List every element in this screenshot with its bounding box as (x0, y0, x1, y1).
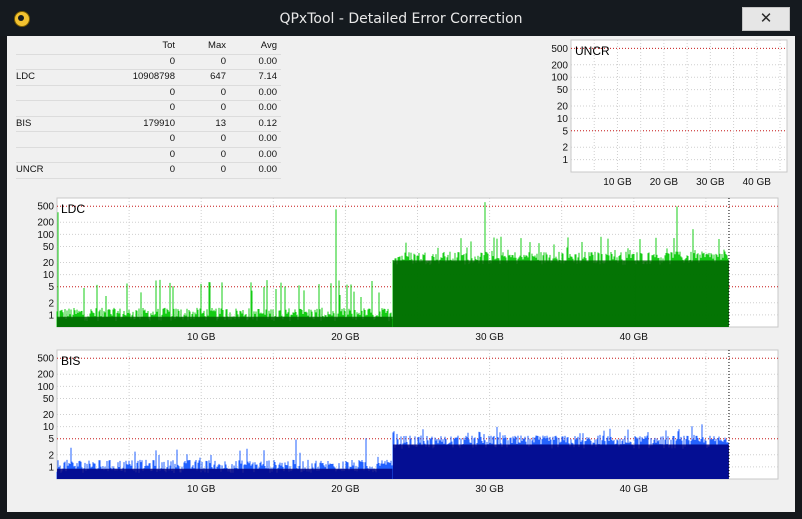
y-tick-label: 200 (37, 218, 54, 229)
row-max: 0 (220, 55, 226, 67)
row-avg: 0.12 (258, 117, 278, 129)
x-tick-label: 40 GB (620, 332, 649, 343)
x-tick-label: 20 GB (650, 177, 679, 188)
y-tick-label: 200 (37, 370, 54, 381)
client-area: Tot Max Avg 0 0 0.00 LDC 10908798 647 7.… (7, 36, 795, 512)
header-avg: Avg (260, 40, 277, 51)
y-tick-label: 20 (557, 102, 569, 113)
bis-chart: 500 20010050 20105 21 10 GB 20 GB 30 GB 40 GB BI… (37, 349, 779, 495)
x-tick-label: 10 GB (603, 177, 632, 188)
y-tick-label: 2 (562, 143, 568, 154)
row-avg: 0.00 (258, 164, 278, 175)
row-max: 0 (220, 133, 226, 144)
row-label: UNCR (16, 164, 44, 175)
row-avg: 0.00 (258, 86, 278, 98)
x-tick-label: 10 GB (187, 332, 216, 343)
y-tick-label: 2 (48, 450, 54, 461)
error-core-band (57, 468, 393, 479)
chart-title: LDC (61, 202, 85, 216)
y-tick-label: 10 (43, 422, 55, 433)
y-tick-label: 100 (551, 73, 568, 84)
stats-row: BIS 179910 13 0.12 (16, 117, 281, 132)
stats-row: 0 0 0.00 (16, 101, 281, 117)
row-label: LDC (16, 71, 36, 82)
row-max: 0 (220, 148, 226, 160)
y-tick-label: 2 (48, 298, 54, 309)
x-tick-label: 20 GB (331, 484, 360, 495)
row-avg: 0.00 (258, 148, 278, 160)
x-tick-label: 30 GB (475, 484, 504, 495)
uncr-chart: 500 200 10050 20105 21 10 GB 20 GB 30 GB 40 GB UN… (551, 39, 788, 188)
row-tot: 10908798 (132, 71, 175, 82)
y-tick-label: 100 (37, 230, 54, 241)
error-core-band (57, 316, 393, 327)
x-tick-label: 10 GB (187, 484, 216, 495)
header-tot: Tot (162, 40, 175, 51)
row-max: 0 (220, 164, 226, 175)
x-tick-label: 30 GB (475, 332, 504, 343)
row-tot: 0 (169, 133, 175, 144)
error-core-band (392, 260, 729, 327)
x-tick-label: 40 GB (743, 177, 772, 188)
x-tick-label: 20 GB (331, 332, 360, 343)
title-bar[interactable]: QPxTool - Detailed Error Correction ✕ (0, 0, 802, 36)
stats-row: 0 0 0.00 (16, 86, 281, 101)
y-tick-label: 5 (562, 126, 568, 137)
y-tick-label: 1 (562, 155, 568, 166)
qpxtool-window: QPxTool - Detailed Error Correction ✕ To… (0, 0, 802, 519)
header-max: Max (208, 40, 226, 51)
row-tot: 0 (169, 55, 175, 67)
stats-row: LDC 10908798 647 7.14 (16, 70, 281, 86)
y-tick-label: 1 (48, 462, 54, 473)
row-avg: 7.14 (258, 71, 278, 82)
row-tot: 179910 (143, 117, 175, 129)
ldc-chart: 500 20010050 20105 21 10 GB 20 GB 30 GB 40 GB LD… (37, 197, 779, 343)
row-avg: 0.00 (258, 133, 278, 144)
y-tick-label: 500 (37, 354, 54, 365)
row-tot: 0 (169, 102, 175, 113)
row-max: 0 (220, 86, 226, 98)
chart-title: BIS (61, 354, 80, 368)
y-tick-label: 10 (43, 270, 55, 281)
row-avg: 0.00 (258, 55, 278, 67)
y-tick-label: 50 (43, 394, 55, 405)
row-max: 13 (215, 117, 226, 129)
row-tot: 0 (169, 86, 175, 98)
y-tick-label: 100 (37, 382, 54, 393)
stats-row: UNCR 0 0 0.00 (16, 163, 281, 179)
x-tick-label: 30 GB (696, 177, 725, 188)
row-tot: 0 (169, 148, 175, 160)
row-max: 647 (210, 71, 226, 82)
y-tick-label: 500 (551, 44, 568, 55)
error-core-band (392, 444, 729, 479)
stats-header-row: Tot Max Avg (16, 39, 281, 55)
y-tick-label: 50 (43, 242, 55, 253)
y-tick-label: 5 (48, 282, 54, 293)
y-tick-label: 20 (43, 258, 55, 269)
row-tot: 0 (169, 164, 175, 175)
row-avg: 0.00 (258, 102, 278, 113)
y-tick-label: 500 (37, 202, 54, 213)
row-max: 0 (220, 102, 226, 113)
y-tick-label: 50 (557, 85, 569, 96)
y-tick-label: 200 (551, 60, 568, 71)
y-tick-label: 10 (557, 114, 569, 125)
chart-title: UNCR (575, 44, 610, 58)
stats-table: Tot Max Avg 0 0 0.00 LDC 10908798 647 7.… (16, 39, 281, 179)
y-tick-label: 5 (48, 434, 54, 445)
y-tick-label: 20 (43, 410, 55, 421)
stats-row: 0 0 0.00 (16, 55, 281, 70)
stats-row: 0 0 0.00 (16, 132, 281, 148)
x-tick-label: 40 GB (620, 484, 649, 495)
close-button[interactable]: ✕ (742, 7, 790, 31)
row-label: BIS (16, 117, 32, 129)
stats-row: 0 0 0.00 (16, 148, 281, 163)
window-title: QPxTool - Detailed Error Correction (279, 11, 523, 27)
y-tick-label: 1 (48, 310, 54, 321)
